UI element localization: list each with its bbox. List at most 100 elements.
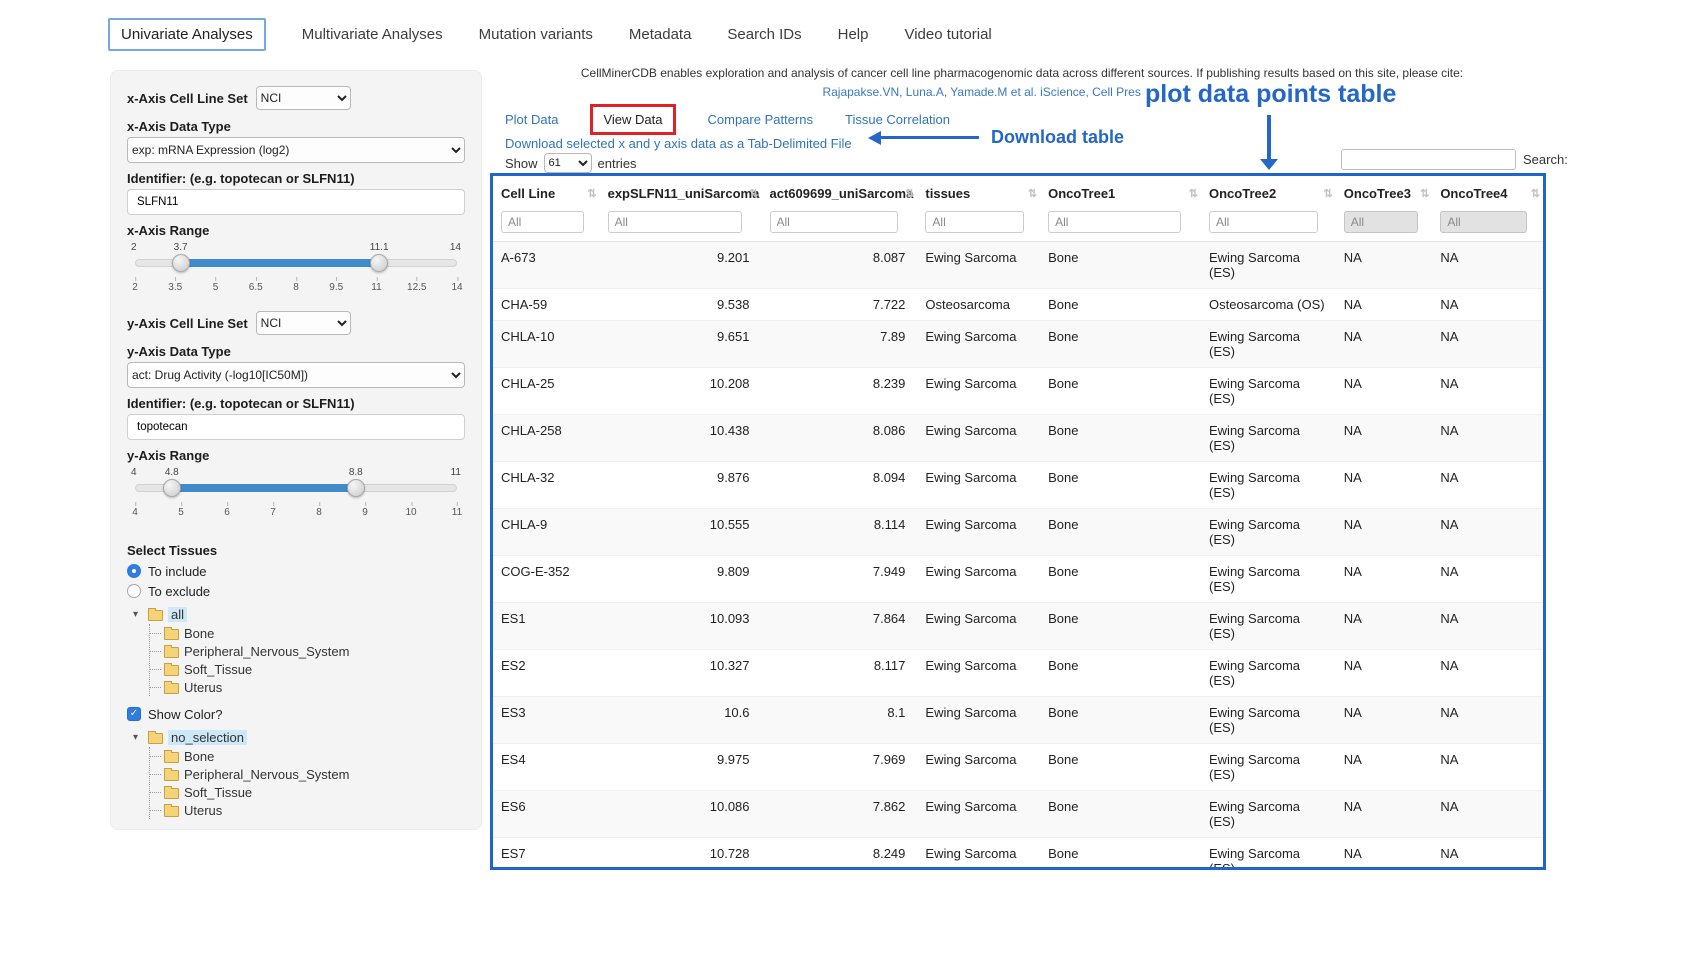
table-cell: Bone <box>1040 556 1201 603</box>
y-range-high-handle[interactable] <box>347 479 365 497</box>
table-cell: Ewing Sarcoma (ES) <box>1201 242 1336 289</box>
show-color-checkbox-row[interactable]: Show Color? <box>127 704 465 724</box>
table-row: COG-E-3529.8097.949Ewing SarcomaBoneEwin… <box>493 556 1543 603</box>
table-row: ES110.0937.864Ewing SarcomaBoneEwing Sar… <box>493 603 1543 650</box>
filter-cell <box>762 209 918 242</box>
column-filter-input[interactable] <box>1344 211 1418 233</box>
tab-help[interactable]: Help <box>838 20 869 49</box>
table-cell: Ewing Sarcoma (ES) <box>1201 791 1336 838</box>
column-header-tissues[interactable]: tissues⇅ <box>917 176 1040 209</box>
column-header-expslfn11-unisarcoma[interactable]: expSLFN11_uniSarcoma⇅ <box>600 176 762 209</box>
sort-icon[interactable]: ⇅ <box>587 187 596 200</box>
table-cell: Ewing Sarcoma <box>917 603 1040 650</box>
sort-icon[interactable]: ⇅ <box>1189 187 1198 200</box>
table-cell: NA <box>1336 697 1433 744</box>
table-cell: 8.087 <box>762 242 918 289</box>
table-cell: Ewing Sarcoma (ES) <box>1201 697 1336 744</box>
tree-toggle-icon[interactable]: ▾ <box>133 732 143 743</box>
column-header-oncotree4[interactable]: OncoTree4⇅ <box>1432 176 1543 209</box>
table-cell: Ewing Sarcoma (ES) <box>1201 556 1336 603</box>
column-filter-input[interactable] <box>925 211 1023 233</box>
sort-icon[interactable]: ⇅ <box>1531 187 1540 200</box>
tree-toggle-icon[interactable]: ▾ <box>133 609 143 620</box>
y-cell-line-set-select[interactable]: NCI <box>256 311 351 335</box>
x-range-slider[interactable]: 2 3.7 11.1 14 23.556.589.51112.514 <box>127 242 465 298</box>
column-filter-input[interactable] <box>1048 211 1181 233</box>
tree-node-bone[interactable]: Bone <box>150 747 465 765</box>
table-cell: 9.876 <box>600 462 762 509</box>
search-input[interactable] <box>1341 149 1516 170</box>
tab-multivariate-analyses[interactable]: Multivariate Analyses <box>302 20 443 49</box>
tab-metadata[interactable]: Metadata <box>629 20 692 49</box>
table-cell: NA <box>1336 289 1433 321</box>
tab-view-data[interactable]: View Data <box>590 104 675 135</box>
column-filter-input[interactable] <box>1209 211 1318 233</box>
radio-to-exclude[interactable]: To exclude <box>127 581 465 601</box>
table-cell: NA <box>1336 415 1433 462</box>
radio-icon[interactable] <box>127 584 141 598</box>
y-identifier-input[interactable] <box>127 414 465 440</box>
tree-node-label: Peripheral_Nervous_System <box>184 644 349 659</box>
sort-icon[interactable]: ⇅ <box>905 187 914 200</box>
table-row: CHLA-25810.4388.086Ewing SarcomaBoneEwin… <box>493 415 1543 462</box>
table-cell: NA <box>1432 697 1543 744</box>
table-row: ES310.68.1Ewing SarcomaBoneEwing Sarcoma… <box>493 697 1543 744</box>
tree-node-uterus[interactable]: Uterus <box>150 678 465 696</box>
entries-count-select[interactable]: 61 <box>544 153 592 173</box>
table-cell: NA <box>1432 509 1543 556</box>
tab-plot-data[interactable]: Plot Data <box>505 112 558 127</box>
folder-icon <box>164 806 179 817</box>
table-cell: 9.809 <box>600 556 762 603</box>
sort-icon[interactable]: ⇅ <box>1420 187 1429 200</box>
sort-icon[interactable]: ⇅ <box>1028 187 1037 200</box>
table-row: ES210.3278.117Ewing SarcomaBoneEwing Sar… <box>493 650 1543 697</box>
table-row: CHLA-109.6517.89Ewing SarcomaBoneEwing S… <box>493 321 1543 368</box>
table-cell: NA <box>1336 650 1433 697</box>
column-filter-input[interactable] <box>1440 211 1527 233</box>
x-data-type-select[interactable]: exp: mRNA Expression (log2) <box>127 137 465 163</box>
tree-node-peripheral-nervous-system[interactable]: Peripheral_Nervous_System <box>150 765 465 783</box>
column-header-cell-line[interactable]: Cell Line⇅ <box>493 176 600 209</box>
tree-node-all[interactable]: all <box>168 607 187 622</box>
sort-icon[interactable]: ⇅ <box>1324 187 1333 200</box>
search-label: Search: <box>1523 152 1568 167</box>
table-cell: Ewing Sarcoma (ES) <box>1201 321 1336 368</box>
column-header-oncotree1[interactable]: OncoTree1⇅ <box>1040 176 1201 209</box>
sort-icon[interactable]: ⇅ <box>749 187 758 200</box>
tab-tissue-correlation[interactable]: Tissue Correlation <box>845 112 950 127</box>
tree-node-uterus[interactable]: Uterus <box>150 801 465 819</box>
checkbox-checked-icon[interactable] <box>127 707 141 721</box>
column-filter-input[interactable] <box>501 211 584 233</box>
tab-search-ids[interactable]: Search IDs <box>727 20 801 49</box>
x-cell-line-set-select[interactable]: NCI <box>256 86 351 110</box>
radio-icon[interactable] <box>127 564 141 578</box>
x-range-low-handle[interactable] <box>172 254 190 272</box>
column-filter-input[interactable] <box>770 211 899 233</box>
tab-mutation-variants[interactable]: Mutation variants <box>479 20 593 49</box>
table-header-row: Cell Line⇅expSLFN11_uniSarcoma⇅act609699… <box>493 176 1543 209</box>
column-filter-input[interactable] <box>608 211 742 233</box>
tree-node-no-selection[interactable]: no_selection <box>168 730 247 745</box>
tree-node-soft-tissue[interactable]: Soft_Tissue <box>150 783 465 801</box>
radio-to-include[interactable]: To include <box>127 561 465 581</box>
tab-univariate-analyses[interactable]: Univariate Analyses <box>108 18 266 51</box>
y-data-type-select[interactable]: act: Drug Activity (-log10[IC50M]) <box>127 362 465 388</box>
table-cell: Ewing Sarcoma (ES) <box>1201 368 1336 415</box>
column-header-act609699-unisarcoma[interactable]: act609699_uniSarcoma⇅ <box>762 176 918 209</box>
tab-video-tutorial[interactable]: Video tutorial <box>904 20 991 49</box>
x-range-label: x-Axis Range <box>127 223 465 238</box>
download-tab-delimited-link[interactable]: Download selected x and y axis data as a… <box>505 136 852 151</box>
tab-compare-patterns[interactable]: Compare Patterns <box>708 112 814 127</box>
table-cell: 7.89 <box>762 321 918 368</box>
tree-node-soft-tissue[interactable]: Soft_Tissue <box>150 660 465 678</box>
column-header-oncotree3[interactable]: OncoTree3⇅ <box>1336 176 1433 209</box>
tree-node-peripheral-nervous-system[interactable]: Peripheral_Nervous_System <box>150 642 465 660</box>
x-identifier-input[interactable] <box>127 189 465 215</box>
y-range-low-handle[interactable] <box>163 479 181 497</box>
column-header-oncotree2[interactable]: OncoTree2⇅ <box>1201 176 1336 209</box>
tree-node-bone[interactable]: Bone <box>150 624 465 642</box>
table-cell: NA <box>1432 603 1543 650</box>
x-range-high-handle[interactable] <box>370 254 388 272</box>
show-color-label: Show Color? <box>148 707 222 722</box>
y-range-slider[interactable]: 4 4.8 8.8 11 4567891011 <box>127 467 465 523</box>
